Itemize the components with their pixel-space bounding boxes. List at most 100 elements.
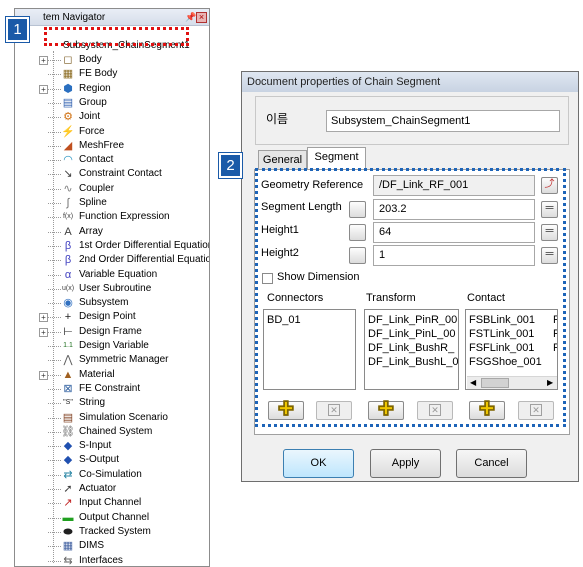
expand-icon[interactable]: + bbox=[39, 370, 48, 380]
tree-item-fe-body[interactable]: ▦ FE Body bbox=[39, 67, 209, 81]
close-icon[interactable]: × bbox=[196, 12, 207, 23]
tree-item-label: Joint bbox=[79, 111, 101, 123]
tree-item-label: Simulation Scenario bbox=[79, 411, 168, 423]
pin-icon[interactable]: 📌 bbox=[185, 9, 196, 26]
tree-branch-line bbox=[48, 517, 61, 519]
symmetric-manager-icon: ⋀ bbox=[63, 354, 73, 367]
tree-branch-line bbox=[48, 317, 61, 319]
force-icon: ⚡ bbox=[61, 125, 75, 138]
name-input[interactable]: Subsystem_ChainSegment1 bbox=[326, 110, 560, 132]
tree-branch-line bbox=[48, 346, 61, 347]
tree-item-1st-order-differential-equation[interactable]: β 1st Order Differential Equation bbox=[39, 239, 209, 253]
tree-item-meshfree[interactable]: ◢ MeshFree bbox=[39, 139, 209, 153]
design-variable-icon: 1.1 bbox=[63, 342, 73, 349]
tree-item-variable-equation[interactable]: α Variable Equation bbox=[39, 268, 209, 282]
tree-item-label: Interfaces bbox=[79, 554, 123, 566]
tree-item-array[interactable]: A Array bbox=[39, 225, 209, 239]
tree-item-dims[interactable]: ▦ DIMS bbox=[39, 539, 209, 553]
fe-body-icon: ▦ bbox=[62, 68, 74, 81]
tree-branch-line bbox=[48, 160, 61, 162]
ok-button[interactable]: OK bbox=[283, 449, 354, 478]
tree-item-label: Variable Equation bbox=[79, 268, 158, 280]
apply-button[interactable]: Apply bbox=[370, 449, 441, 478]
tree-branch-line bbox=[48, 288, 61, 290]
expand-icon[interactable]: + bbox=[39, 56, 48, 65]
tree-item-co-simulation[interactable]: ⇄ Co-Simulation bbox=[39, 468, 209, 482]
tree-item-label: Body bbox=[79, 54, 102, 65]
tree-item-label: MeshFree bbox=[79, 139, 125, 151]
tree-branch-line bbox=[48, 446, 61, 448]
tree-item-interfaces[interactable]: ⇆ Interfaces bbox=[39, 554, 209, 566]
expand-icon[interactable]: + bbox=[39, 313, 48, 323]
tree-item-design-frame[interactable]: + ⊢ Design Frame bbox=[39, 325, 209, 339]
selection-highlight-box bbox=[44, 27, 189, 46]
tree-item-group[interactable]: ▤ Group bbox=[39, 96, 209, 110]
tab-general[interactable]: General bbox=[258, 150, 307, 170]
meshfree-icon: ◢ bbox=[63, 139, 73, 152]
tree-item-subsystem[interactable]: ◉ Subsystem bbox=[39, 296, 209, 310]
tree-item-body[interactable]: + ◻ Body bbox=[39, 53, 209, 67]
tree-item-region[interactable]: + ⬢ Region bbox=[39, 82, 209, 96]
tree-item-spline[interactable]: ∫ Spline bbox=[39, 196, 209, 210]
tree-item-actuator[interactable]: ➚ Actuator bbox=[39, 482, 209, 496]
tree-item-s-input[interactable]: ◆ S-Input bbox=[39, 439, 209, 453]
function-expression-icon: f(x) bbox=[62, 213, 74, 221]
tree-item-label: Chained System bbox=[79, 425, 153, 437]
tree-item-joint[interactable]: ⚙ Joint bbox=[39, 110, 209, 124]
tree-item-material[interactable]: + ▲ Material bbox=[39, 368, 209, 382]
group-icon: ▤ bbox=[62, 96, 74, 109]
tree-item-label: 2nd Order Differential Equation bbox=[79, 254, 210, 266]
tree-branch-line bbox=[48, 217, 61, 219]
tree-item-design-point[interactable]: + + Design Point bbox=[39, 310, 209, 324]
material-icon: ▲ bbox=[62, 368, 74, 381]
cancel-button[interactable]: Cancel bbox=[456, 449, 527, 478]
tree-item-fe-constraint[interactable]: ⊠ FE Constraint bbox=[39, 382, 209, 396]
tree-item-label: FE Body bbox=[79, 68, 118, 80]
tree-item-force[interactable]: ⚡ Force bbox=[39, 125, 209, 139]
tree-item-label: Actuator bbox=[79, 483, 117, 494]
tree-item-label: S-Input bbox=[79, 440, 112, 452]
tree-branch-line bbox=[48, 417, 61, 419]
simulation-scenario-icon: ▤ bbox=[62, 411, 74, 424]
expand-icon[interactable]: + bbox=[39, 84, 48, 94]
tree-item-constraint-contact[interactable]: ↘ Constraint Contact bbox=[39, 167, 209, 181]
tree-item-s-output[interactable]: ◆ S-Output bbox=[39, 453, 209, 467]
tree-branch-line bbox=[48, 203, 61, 204]
tree-item-string[interactable]: "S" String bbox=[39, 396, 209, 410]
tracked-system-icon: ⬬ bbox=[63, 525, 73, 538]
expand-icon[interactable]: + bbox=[39, 327, 48, 337]
variable-equation-icon: α bbox=[64, 268, 72, 281]
tree-item-2nd-order-differential-equation[interactable]: β 2nd Order Differential Equation bbox=[39, 253, 210, 267]
tree-item-simulation-scenario[interactable]: ▤ Simulation Scenario bbox=[39, 411, 209, 425]
tree-item-function-expression[interactable]: f(x) Function Expression bbox=[39, 210, 209, 224]
tree-item-chained-system[interactable]: ⛓ Chained System bbox=[39, 425, 209, 439]
tree-item-label: FE Constraint bbox=[79, 382, 141, 394]
tree-branch-line bbox=[48, 360, 61, 362]
tree-branch-line bbox=[48, 188, 61, 190]
tree-item-symmetric-manager[interactable]: ⋀ Symmetric Manager bbox=[39, 353, 209, 367]
tree-item-label: Group bbox=[79, 96, 107, 108]
tree-item-contact[interactable]: ◠ Contact bbox=[39, 153, 209, 167]
name-group: 이름 Subsystem_ChainSegment1 bbox=[255, 96, 569, 145]
name-label: 이름 bbox=[266, 112, 289, 126]
tree-item-label: Output Channel bbox=[79, 511, 150, 523]
first-order-de-icon: β bbox=[64, 239, 72, 252]
tree-item-tracked-system[interactable]: ⬬ Tracked System bbox=[39, 525, 209, 539]
tree-item-input-channel[interactable]: ↗ Input Channel bbox=[39, 496, 209, 510]
actuator-icon: ➚ bbox=[63, 483, 73, 495]
tree-item-design-variable[interactable]: 1.1 Design Variable bbox=[39, 339, 209, 353]
segment-highlight-box bbox=[255, 168, 566, 427]
array-icon: A bbox=[64, 225, 72, 238]
tree-item-output-channel[interactable]: ▬ Output Channel bbox=[39, 511, 209, 525]
chained-system-icon: ⛓ bbox=[61, 425, 75, 438]
s-output-icon: ◆ bbox=[63, 454, 73, 467]
tree-item-coupler[interactable]: ∿ Coupler bbox=[39, 182, 209, 196]
tree-branch-line bbox=[48, 303, 61, 305]
constraint-contact-icon: ↘ bbox=[63, 168, 73, 181]
tree-branch-line bbox=[48, 560, 61, 562]
s-input-icon: ◆ bbox=[63, 440, 73, 453]
subsystem-icon: ◉ bbox=[63, 297, 73, 310]
design-frame-icon: ⊢ bbox=[63, 325, 73, 338]
tree-item-user-subroutine[interactable]: u(x) User Subroutine bbox=[39, 282, 209, 296]
tree-branch-line bbox=[48, 231, 61, 233]
